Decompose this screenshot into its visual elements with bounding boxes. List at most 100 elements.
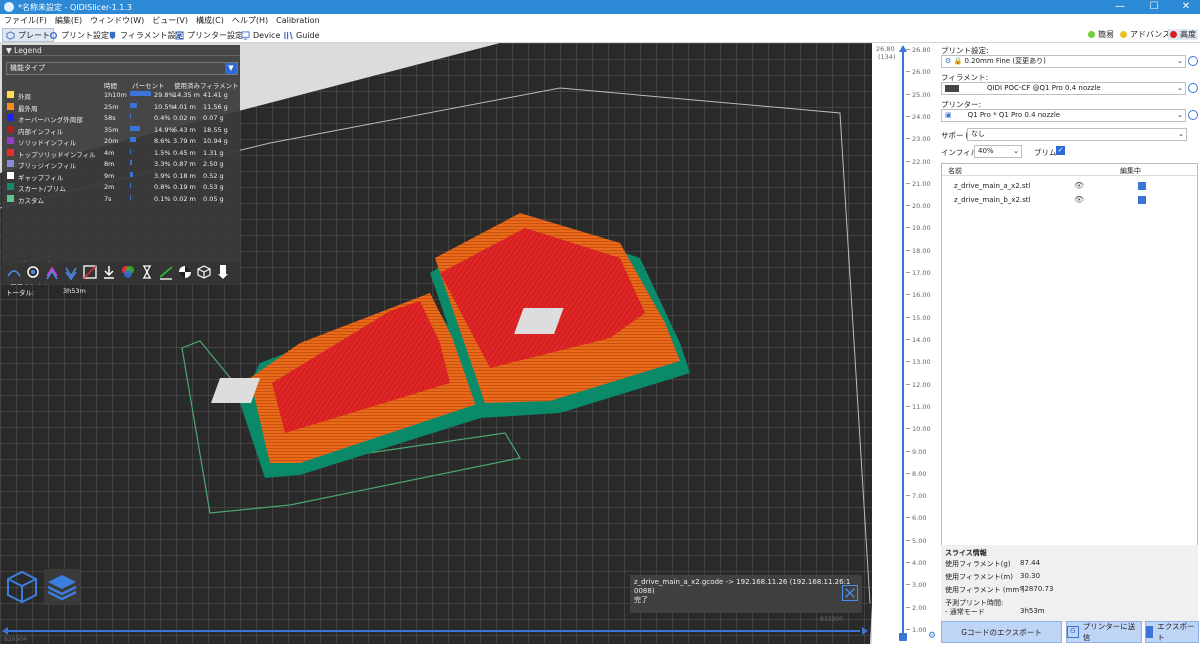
tool-marker-icon[interactable] [215, 264, 231, 280]
layer-track [899, 45, 907, 641]
seams-icon[interactable] [82, 264, 98, 280]
feature-row[interactable]: 外周 1h10m 29.8% 14.35 m 41.41 g [2, 90, 240, 102]
menu-edit[interactable]: 編集(E) [51, 14, 86, 27]
eye-icon[interactable]: 👁 [1074, 195, 1084, 204]
feature-color-swatch [7, 137, 14, 144]
filament-gear-icon[interactable] [1188, 83, 1198, 93]
mode-simple[interactable]: 簡易 [1086, 29, 1116, 40]
tab-guide[interactable]: Guide [281, 28, 323, 42]
total-value: 3h53m [63, 287, 86, 295]
layer-tick-label: 20.00 [912, 202, 931, 211]
feature-length: 0.45 m [173, 148, 196, 157]
tool-changes-icon[interactable] [101, 264, 117, 280]
3d-view-icon[interactable] [4, 569, 40, 605]
layer-slider[interactable]: 26.80 (134) 26.80 26.00 25.00 24.00 23.00 22.… [872, 43, 938, 644]
feature-weight: 0.53 g [203, 183, 224, 191]
print-settings-gear-icon[interactable] [1188, 56, 1198, 66]
printer-gear-icon[interactable] [1188, 110, 1198, 120]
settings-gear-icon[interactable]: ⚙ [928, 631, 936, 641]
menu-help[interactable]: ヘルプ(H) [228, 14, 272, 27]
support-combo[interactable]: なし ⌄ [967, 128, 1187, 141]
object-name: z_drive_main_a_x2.stl [954, 182, 1031, 190]
feature-length: 14.35 m [173, 91, 201, 99]
feature-row[interactable]: トップソリッドインフィル 4m 1.5% 0.45 m 1.31 g [2, 148, 240, 160]
retractions-icon[interactable] [44, 264, 60, 280]
send-to-printer-button[interactable]: G プリンターに送信 [1066, 621, 1142, 643]
feature-row[interactable]: スカート/ブリム 2m 0.8% 0.19 m 0.53 g [2, 182, 240, 194]
export-gcode-button[interactable]: Gコードのエクスポート [941, 621, 1062, 643]
minimize-button[interactable]: — [1106, 0, 1134, 14]
tab-device[interactable]: Device [238, 28, 283, 42]
mode-expert[interactable]: 高度 [1168, 29, 1198, 40]
legend-header[interactable]: ▼ Legend [2, 45, 240, 56]
edit-settings-icon[interactable] [1138, 196, 1146, 204]
custom-gcode-icon[interactable] [158, 264, 174, 280]
menu-config[interactable]: 構成(C) [192, 14, 228, 27]
feature-color-swatch [7, 183, 14, 190]
layer-tick-mark [906, 495, 910, 497]
close-button[interactable]: ✕ [1172, 0, 1200, 14]
layer-tick-mark [906, 472, 910, 474]
feature-time: 1h10m [104, 91, 127, 99]
legend-columns: 時間 パーセント 使用済みフィラメント [2, 80, 240, 90]
feature-percent-bar [130, 171, 133, 177]
hslider-left-value: 826904 [4, 636, 27, 643]
feature-name: オーバーハング外周部 [18, 116, 83, 124]
edit-settings-icon[interactable] [1138, 182, 1146, 190]
layer-tick-label: 25.00 [912, 90, 931, 99]
brim-checkbox[interactable]: ✓ [1056, 146, 1065, 155]
chevron-down-icon: ⌄ [1177, 57, 1183, 65]
menu-file[interactable]: ファイル(F) [0, 14, 51, 27]
infill-combo[interactable]: 40% ⌄ [974, 145, 1022, 158]
feature-row[interactable]: 内部インフィル 35m 14.9% 6.43 m 18.55 g [2, 125, 240, 137]
feature-percent-bar [130, 137, 136, 142]
feature-row[interactable]: ソリッドインフィル 20m 8.6% 3.79 m 10.94 g [2, 136, 240, 148]
eye-icon[interactable]: 👁 [1074, 181, 1084, 190]
printer-combo[interactable]: ▣ Q1 Pro * Q1 Pro 0.4 nozzle ⌄ [941, 109, 1198, 122]
feature-time: 4m [104, 148, 115, 157]
shells-icon[interactable] [196, 264, 212, 280]
feature-percent-bar [130, 148, 131, 154]
notification-line-3: 完了 [634, 596, 648, 604]
slice-info-label: 使用フィラメント(m) [945, 573, 1013, 581]
close-icon[interactable] [842, 585, 858, 601]
feature-row[interactable]: 最外周 25m 10.5% 4.01 m 11.56 g [2, 102, 240, 114]
feature-percent: 0.8% [154, 183, 171, 191]
layer-tick-mark [906, 249, 910, 251]
menu-calibration[interactable]: Calibration [272, 14, 324, 27]
tab-print-settings[interactable]: プリント設定 [46, 28, 112, 42]
layers-view-icon[interactable] [44, 569, 80, 605]
wipe-icon[interactable] [25, 264, 41, 280]
feature-row[interactable]: ギャップフィル 9m 3.9% 0.18 m 0.52 g [2, 171, 240, 183]
chevron-down-icon: ⌄ [1177, 84, 1183, 92]
object-row[interactable]: z_drive_main_a_x2.stl 👁 [942, 180, 1197, 194]
device-icon [241, 30, 250, 40]
menu-view[interactable]: ビュー(V) [148, 14, 192, 27]
menu-window[interactable]: ウィンドウ(W) [86, 14, 148, 27]
color-changes-icon[interactable] [120, 264, 136, 280]
horizontal-move-slider[interactable]: 826904 833300 [0, 616, 870, 644]
feature-percent-bar [130, 194, 131, 200]
travel-icon[interactable] [6, 264, 22, 280]
object-row[interactable]: z_drive_main_b_x2.stl 👁 [942, 194, 1197, 208]
center-of-gravity-icon[interactable] [177, 264, 193, 280]
export-button[interactable]: エクスポート [1145, 621, 1199, 643]
feature-color-swatch [7, 148, 14, 156]
object-list: 名前 編集中 z_drive_main_a_x2.stl 👁 z_drive_m… [941, 163, 1198, 583]
mode-expert-dot [1170, 31, 1177, 38]
normal-mode-row: - 通常モード 3h53m [945, 607, 1195, 617]
normal-mode-value: 3h53m [1020, 607, 1045, 615]
deretractions-icon[interactable] [63, 264, 79, 280]
layer-tick-label: 26.00 [912, 68, 931, 77]
view-type-select[interactable]: 機能タイプ ▼ [6, 62, 238, 75]
filament-color-swatch [945, 84, 959, 92]
pause-print-icon[interactable] [139, 264, 155, 280]
filament-combo[interactable]: QIDI POC-CF @Q1 Pro 0.4 nozzle ⌄ [941, 82, 1198, 95]
upload-notification: z_drive_main_a_x2.gcode -> 192.168.11.26… [630, 575, 862, 613]
maximize-button[interactable]: ☐ [1140, 0, 1168, 14]
tab-printer-settings[interactable]: プリンター設定 [172, 28, 246, 42]
feature-row[interactable]: カスタム 7s 0.1% 0.02 m 0.05 g [2, 194, 240, 206]
feature-row[interactable]: オーバーハング外周部 58s 0.4% 0.02 m 0.07 g [2, 113, 240, 125]
feature-row[interactable]: ブリッジインフィル 8m 3.3% 0.87 m 2.50 g [2, 159, 240, 171]
print-settings-combo[interactable]: ⚙ 🔒 0.20mm Fine (変更あり) ⌄ [941, 55, 1198, 68]
